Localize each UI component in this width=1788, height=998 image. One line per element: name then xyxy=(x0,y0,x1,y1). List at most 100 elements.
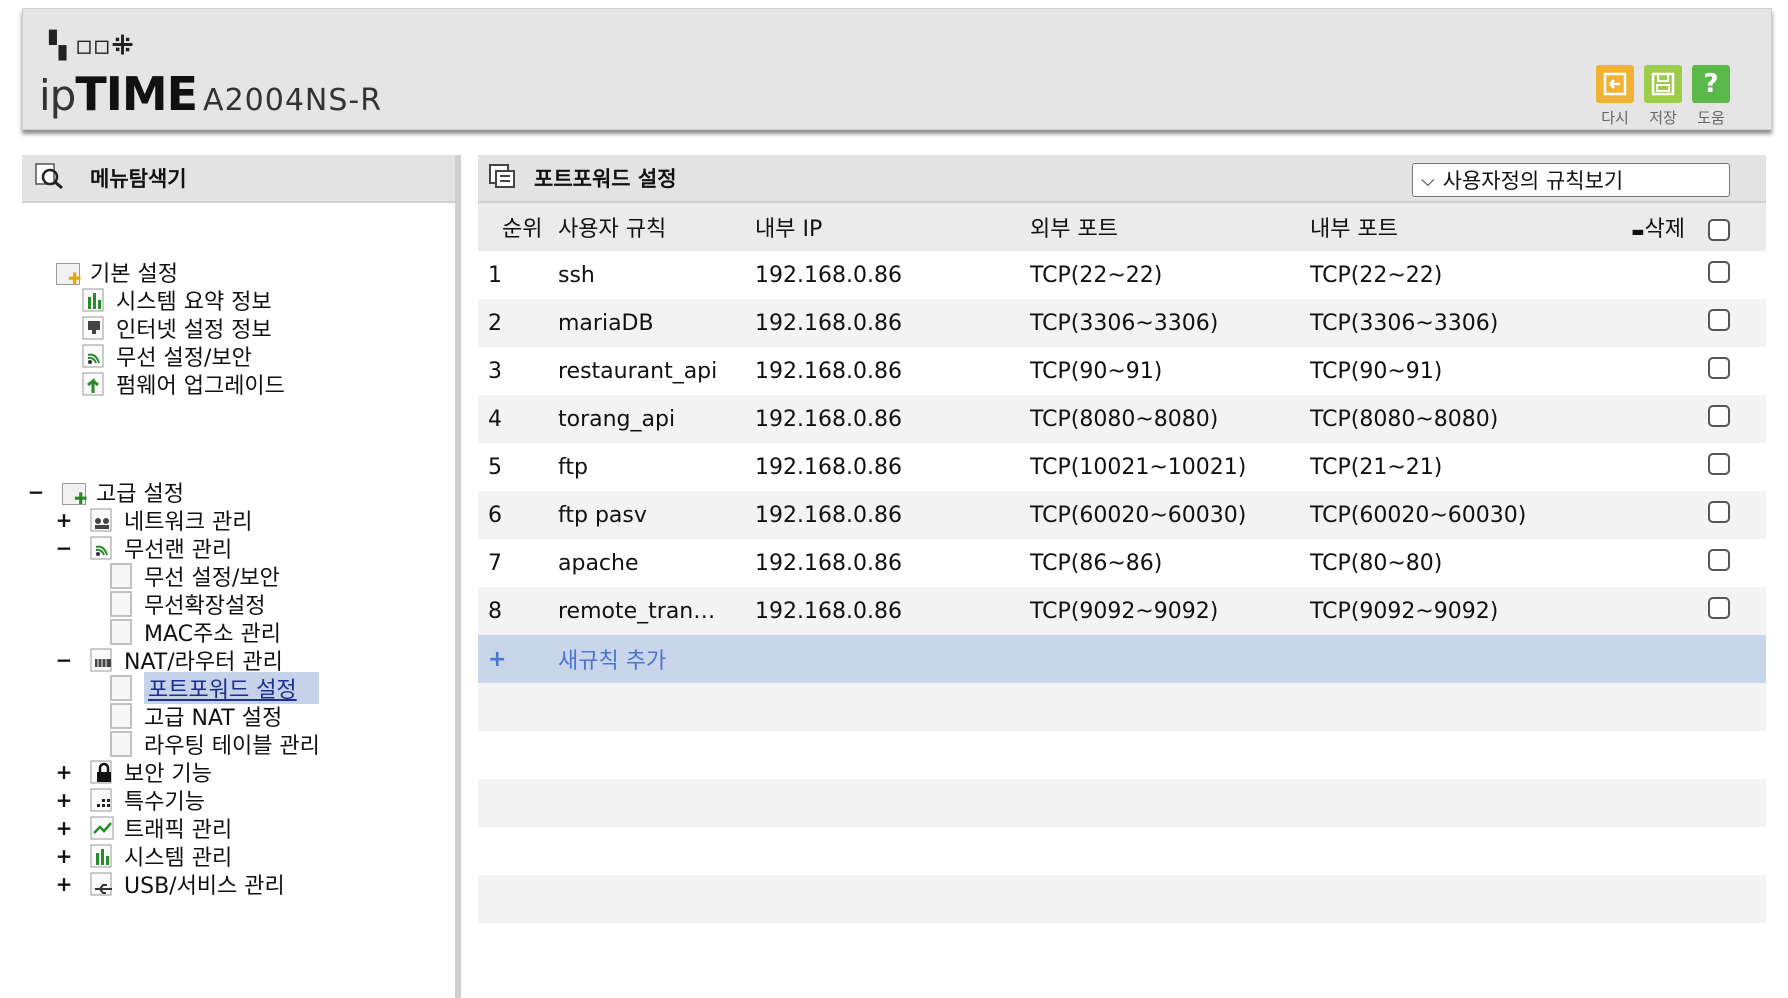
tree-item-wireless-security[interactable]: 무선 설정/보안 xyxy=(82,341,252,371)
cell-rank: 1 xyxy=(488,262,502,288)
cell-rule-name[interactable]: remote_tran… xyxy=(550,587,751,635)
expand-toggle[interactable]: + xyxy=(54,760,74,784)
table-row[interactable]: 1 ssh 192.168.0.86 TCP(22~22) TCP(22~22) xyxy=(478,251,1766,299)
row-delete-checkbox[interactable] xyxy=(1708,405,1730,427)
page-icon xyxy=(110,731,132,757)
tree-item-advanced-nat[interactable]: 고급 NAT 설정 xyxy=(110,701,282,731)
port-forward-panel: 포트포워드 설정 ⌵ 사용자정의 규칙보기 순위 사용자 규칙 내부 IP 외부… xyxy=(478,155,1766,998)
cell-rank: 7 xyxy=(488,550,502,576)
cell-external-port: TCP(60020~60030) xyxy=(1030,502,1247,528)
wifi-icon xyxy=(90,535,116,561)
cell-rule-name[interactable]: mariaDB xyxy=(550,299,751,347)
collapse-toggle[interactable]: − xyxy=(54,648,74,672)
page-icon xyxy=(110,703,132,729)
tree-item-mac-address[interactable]: MAC주소 관리 xyxy=(110,617,281,647)
tree-node-basic-settings[interactable]: ✚ 기본 설정 xyxy=(56,257,178,288)
tree-node-nat-router[interactable]: − NAT/라우터 관리 xyxy=(54,645,283,675)
row-delete-checkbox[interactable] xyxy=(1708,309,1730,331)
table-row[interactable]: 4 torang_api 192.168.0.86 TCP(8080~8080)… xyxy=(478,395,1766,443)
cell-rank: 6 xyxy=(488,502,502,528)
cell-rank: 5 xyxy=(488,454,502,480)
tree-item-wireless-settings[interactable]: 무선 설정/보안 xyxy=(110,561,280,591)
col-external-port: 외부 포트 xyxy=(1030,217,1118,242)
help-icon: ? xyxy=(1692,65,1730,103)
bar-chart-icon xyxy=(82,287,108,313)
cell-rule-name[interactable]: apache xyxy=(550,539,751,587)
tree-item-wireless-extension[interactable]: 무선확장설정 xyxy=(110,589,265,619)
help-button[interactable]: ? 도움 xyxy=(1690,65,1732,128)
tree-item-firmware-upgrade[interactable]: 펌웨어 업그레이드 xyxy=(82,369,285,399)
cell-rule-name[interactable]: torang_api xyxy=(550,395,751,443)
cell-rule-name[interactable]: ftp pasv xyxy=(550,491,751,539)
cell-external-port: TCP(90~91) xyxy=(1030,358,1163,384)
row-delete-checkbox[interactable] xyxy=(1708,357,1730,379)
select-all-checkbox[interactable] xyxy=(1708,219,1730,241)
tree-node-system[interactable]: + 시스템 관리 xyxy=(54,841,233,871)
col-rank: 순위 xyxy=(502,217,543,242)
row-delete-checkbox[interactable] xyxy=(1708,501,1730,523)
cell-internal-port: TCP(90~91) xyxy=(1310,358,1443,384)
rule-view-select[interactable]: ⌵ 사용자정의 규칙보기 xyxy=(1412,163,1730,197)
brand-prefix: ip xyxy=(39,71,76,120)
table-row[interactable]: 8 remote_tran… 192.168.0.86 TCP(9092~909… xyxy=(478,587,1766,635)
add-rule-row[interactable]: + 새규칙 추가 xyxy=(478,635,1766,683)
tree-node-usb-service[interactable]: + USB/서비스 관리 xyxy=(54,869,285,899)
tree-node-wireless[interactable]: − 무선랜 관리 xyxy=(54,533,233,563)
tree-item-internet-info[interactable]: 인터넷 설정 정보 xyxy=(82,313,272,343)
cell-internal-port: TCP(80~80) xyxy=(1310,550,1443,576)
folder-settings-icon: ✚ xyxy=(56,259,82,288)
cell-rule-name[interactable]: ftp xyxy=(550,443,751,491)
cell-rank: 3 xyxy=(488,358,502,384)
col-internal-port: 내부 포트 xyxy=(1310,217,1398,242)
expand-toggle[interactable]: + xyxy=(54,844,74,868)
expand-toggle[interactable]: + xyxy=(54,872,74,896)
cell-rule-name[interactable]: ssh xyxy=(550,251,751,299)
folder-settings-icon: ✚ xyxy=(62,479,88,508)
cell-delete xyxy=(1572,395,1766,443)
collapse-toggle[interactable]: − xyxy=(54,536,74,560)
tree-node-advanced-settings[interactable]: − ✚ 고급 설정 xyxy=(26,477,184,508)
col-internal-ip: 내부 IP xyxy=(755,217,823,242)
table-row[interactable]: 7 apache 192.168.0.86 TCP(86~86) TCP(80~… xyxy=(478,539,1766,587)
row-delete-checkbox[interactable] xyxy=(1708,597,1730,619)
table-row[interactable]: 6 ftp pasv 192.168.0.86 TCP(60020~60030)… xyxy=(478,491,1766,539)
tree-node-traffic[interactable]: + 트래픽 관리 xyxy=(54,813,233,843)
cell-internal-ip: 192.168.0.86 xyxy=(755,262,902,288)
row-delete-checkbox[interactable] xyxy=(1708,549,1730,571)
expand-toggle[interactable]: + xyxy=(54,816,74,840)
table-row[interactable]: 5 ftp 192.168.0.86 TCP(10021~10021) TCP(… xyxy=(478,443,1766,491)
page-icon xyxy=(110,619,132,645)
tree-item-routing-table[interactable]: 라우팅 테이블 관리 xyxy=(110,729,320,759)
save-button[interactable]: 저장 xyxy=(1642,65,1684,128)
tree-node-special[interactable]: + 특수기능 xyxy=(54,785,205,815)
tree-node-network[interactable]: + 네트워크 관리 xyxy=(54,505,253,535)
cell-rule-name[interactable]: restaurant_api xyxy=(550,347,751,395)
expand-toggle[interactable]: + xyxy=(54,508,74,532)
cell-rank: 2 xyxy=(488,310,502,336)
undo-icon xyxy=(1596,65,1634,103)
cell-external-port: TCP(86~86) xyxy=(1030,550,1163,576)
cell-internal-ip: 192.168.0.86 xyxy=(755,406,902,432)
empty-row xyxy=(478,779,1766,827)
cell-internal-ip: 192.168.0.86 xyxy=(755,358,902,384)
tree-node-security[interactable]: + 보안 기능 xyxy=(54,757,212,787)
col-delete: ▬삭제 xyxy=(1572,203,1766,251)
undo-button[interactable]: 다시 xyxy=(1594,65,1636,128)
row-delete-checkbox[interactable] xyxy=(1708,453,1730,475)
cell-external-port: TCP(9092~9092) xyxy=(1030,598,1219,624)
expand-toggle[interactable]: + xyxy=(54,788,74,812)
tree-item-port-forward[interactable]: 포트포워드 설정 xyxy=(110,672,319,704)
cell-internal-ip: 192.168.0.86 xyxy=(755,598,902,624)
cell-internal-ip: 192.168.0.86 xyxy=(755,502,902,528)
collapse-toggle[interactable]: − xyxy=(26,480,46,504)
cell-internal-ip: 192.168.0.86 xyxy=(755,310,902,336)
cell-delete xyxy=(1572,299,1766,347)
tree-item-system-summary[interactable]: 시스템 요약 정보 xyxy=(82,285,272,315)
table-row[interactable]: 3 restaurant_api 192.168.0.86 TCP(90~91)… xyxy=(478,347,1766,395)
network-icon xyxy=(90,507,116,533)
empty-row xyxy=(478,827,1766,875)
row-delete-checkbox[interactable] xyxy=(1708,261,1730,283)
cell-external-port: TCP(10021~10021) xyxy=(1030,454,1247,480)
table-row[interactable]: 2 mariaDB 192.168.0.86 TCP(3306~3306) TC… xyxy=(478,299,1766,347)
add-rule-link[interactable]: 새규칙 추가 xyxy=(550,635,1766,683)
